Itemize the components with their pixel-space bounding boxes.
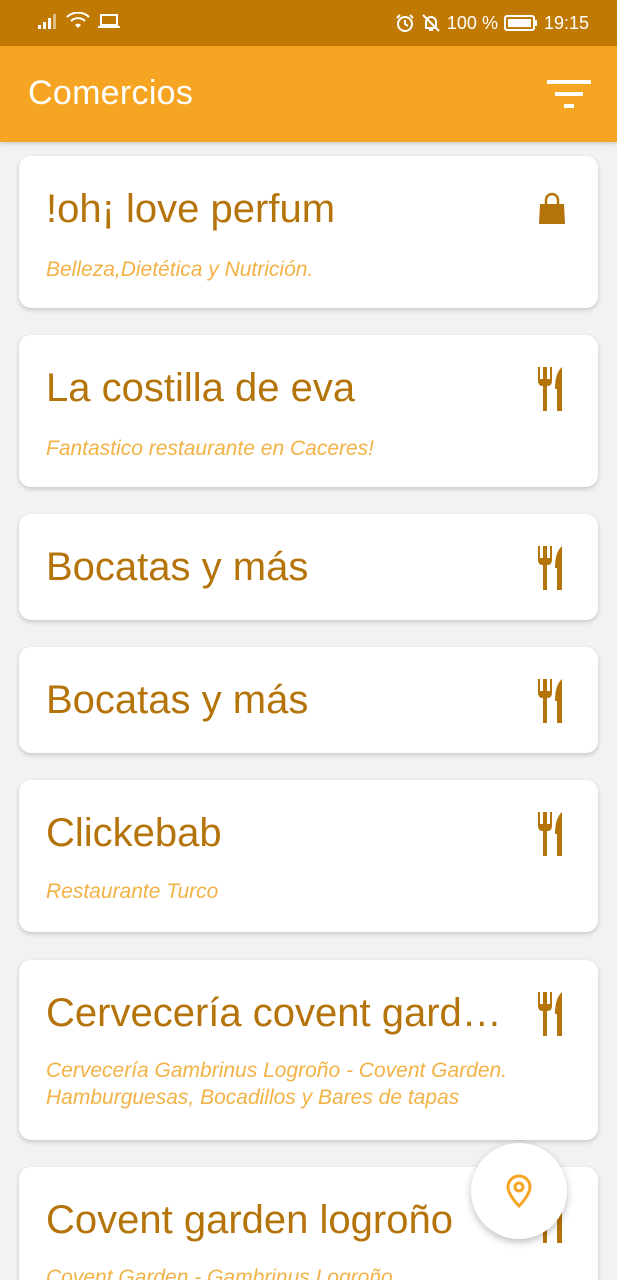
list-item[interactable]: Bocatas y más xyxy=(19,514,598,620)
fork-knife-icon xyxy=(538,367,562,411)
card-title: Cervecería covent garde... xyxy=(46,991,516,1035)
list-item[interactable]: Bocatas y más xyxy=(19,647,598,753)
card-title: Bocatas y más xyxy=(46,545,309,589)
fork-knife-icon xyxy=(538,812,562,856)
status-bar: 100 % 19:15 xyxy=(0,0,617,46)
alarm-icon xyxy=(396,14,414,32)
location-pin-icon xyxy=(506,1174,532,1208)
filter-icon[interactable] xyxy=(547,76,591,112)
list-item[interactable]: !oh¡ love perfum Belleza,Dietética y Nut… xyxy=(19,156,598,308)
laptop-icon xyxy=(98,14,120,28)
signal-icon xyxy=(38,14,56,29)
fork-knife-icon xyxy=(538,546,562,590)
card-subtitle: Covent Garden - Gambrinus Logroño xyxy=(46,1266,393,1280)
map-location-button[interactable] xyxy=(471,1143,567,1239)
shopping-bag-icon xyxy=(539,192,565,224)
battery-icon xyxy=(503,15,537,31)
clock: 19:15 xyxy=(543,13,589,33)
battery-percent: 100 % xyxy=(446,13,498,33)
card-title: La costilla de eva xyxy=(46,366,356,410)
list-item[interactable]: Cervecería covent garde... Cervecería Ga… xyxy=(19,960,598,1140)
list-item[interactable]: Clickebab Restaurante Turco xyxy=(19,780,598,932)
page-title: Comercios xyxy=(28,74,194,112)
wifi-icon xyxy=(66,12,90,28)
card-subtitle: Fantastico restaurante en Caceres! xyxy=(46,437,375,460)
card-title: !oh¡ love perfum xyxy=(46,187,336,231)
notifications-off-icon xyxy=(422,14,440,32)
list-item[interactable]: La costilla de eva Fantastico restaurant… xyxy=(19,335,598,487)
card-subtitle: Cervecería Gambrinus Logroño - Covent Ga… xyxy=(46,1059,508,1110)
card-title: Bocatas y más xyxy=(46,678,309,722)
card-subtitle: Belleza,Dietética y Nutrición. xyxy=(46,258,314,281)
card-title: Clickebab xyxy=(46,811,222,855)
card-subtitle: Restaurante Turco xyxy=(46,880,219,903)
status-left xyxy=(38,12,120,30)
app-bar: Comercios xyxy=(0,46,617,142)
fork-knife-icon xyxy=(538,992,562,1036)
card-title: Covent garden logroño xyxy=(46,1198,453,1242)
filter-button[interactable] xyxy=(547,76,591,112)
status-right: 100 % 19:15 xyxy=(395,11,589,35)
commerce-list[interactable]: !oh¡ love perfum Belleza,Dietética y Nut… xyxy=(0,142,617,1280)
fork-knife-icon xyxy=(538,679,562,723)
